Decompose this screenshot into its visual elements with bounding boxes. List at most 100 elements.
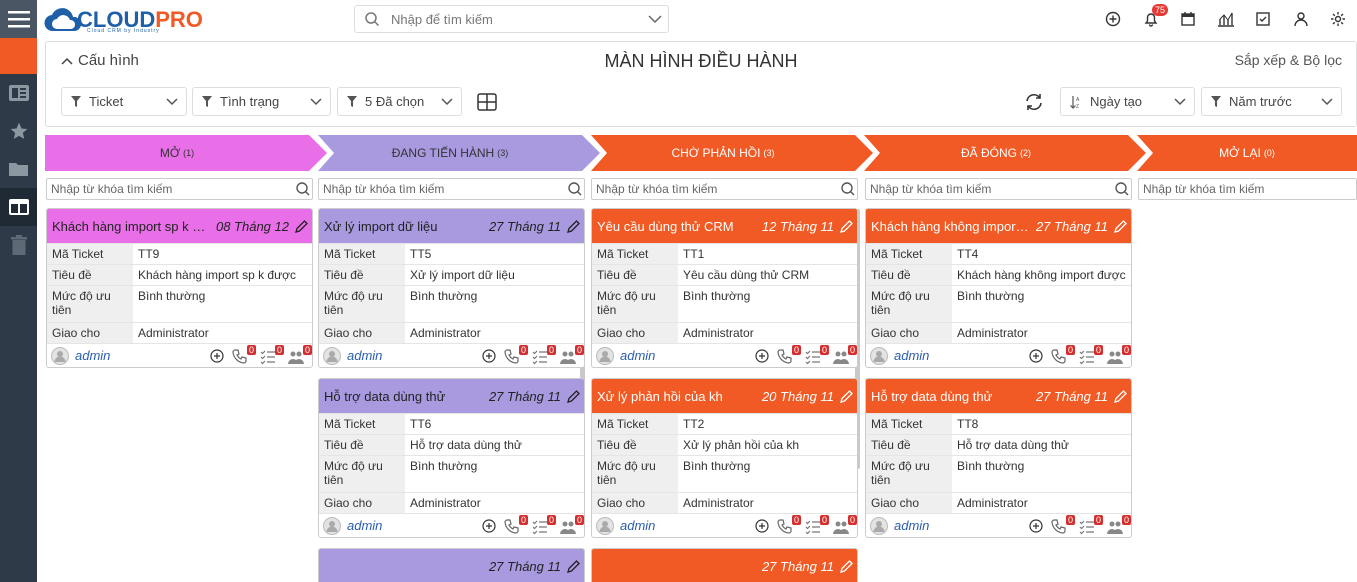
settings-button[interactable]	[1320, 0, 1357, 38]
ticket-card[interactable]: Yêu cầu dùng thử CRM 12 Tháng 11 Mã Ticket…	[591, 208, 858, 368]
tasks-counter[interactable]: 0	[532, 344, 556, 365]
sort-by-select[interactable]: AZ Ngày tạo	[1060, 87, 1195, 116]
filter-selected[interactable]: 5 Đã chọn	[337, 87, 462, 116]
column-search-input[interactable]	[596, 182, 839, 196]
tasks-counter[interactable]: 0	[1079, 344, 1103, 365]
tasks-counter[interactable]: 0	[805, 344, 829, 365]
menu-toggle[interactable]	[0, 0, 37, 38]
ticket-title[interactable]: Khách hàng import sp k được	[52, 219, 212, 234]
meetings-counter[interactable]: 0	[833, 514, 857, 535]
meetings-counter[interactable]: 0	[1107, 344, 1131, 365]
calls-counter[interactable]: 0	[777, 344, 801, 365]
ticket-card[interactable]: Hỗ trợ data dùng thử 27 Tháng 11 Mã Ticket…	[865, 378, 1132, 538]
reports-button[interactable]	[1207, 0, 1245, 38]
tasks-counter[interactable]: 0	[805, 514, 829, 535]
sort-filter-link[interactable]: Sắp xếp & Bộ lọc	[1235, 52, 1342, 68]
ticket-card[interactable]: 27 Tháng 11	[318, 548, 585, 582]
pencil-icon[interactable]	[567, 559, 580, 573]
column-search[interactable]	[865, 178, 1132, 200]
owner-name[interactable]: admin	[620, 348, 755, 363]
plus-circle-icon[interactable]	[482, 518, 496, 533]
pencil-icon[interactable]	[567, 219, 580, 233]
tasks-counter[interactable]: 0	[1079, 514, 1103, 535]
meetings-counter[interactable]: 0	[560, 344, 584, 365]
period-select[interactable]: Năm trước	[1201, 87, 1342, 116]
chevron-down-icon[interactable]	[642, 11, 668, 27]
ticket-title[interactable]: Khách hàng không import được	[871, 219, 1032, 234]
pencil-icon[interactable]	[1114, 219, 1127, 233]
ticket-card[interactable]: Khách hàng không import được27 Tháng 11M…	[865, 208, 1132, 368]
plus-circle-icon[interactable]	[755, 348, 769, 363]
calls-counter[interactable]: 0	[1051, 514, 1075, 535]
rail-item-contacts[interactable]	[0, 74, 37, 112]
owner-name[interactable]: admin	[620, 518, 755, 533]
ticket-card-header[interactable]: Khách hàng import sp k được 08 Tháng 12	[47, 209, 312, 243]
ticket-card-header[interactable]: Xử lý phản hồi của kh 20 Tháng 11	[592, 379, 857, 413]
meetings-counter[interactable]: 0	[288, 344, 312, 365]
owner-name[interactable]: admin	[894, 518, 1029, 533]
column-search[interactable]	[318, 178, 585, 200]
owner-name[interactable]: admin	[347, 518, 482, 533]
column-search-input[interactable]	[323, 182, 566, 196]
column-search[interactable]	[591, 178, 858, 200]
column-search[interactable]	[1138, 178, 1357, 200]
rail-item-kanban[interactable]	[0, 188, 37, 226]
pencil-icon[interactable]	[1114, 389, 1127, 403]
ticket-title[interactable]: Xử lý phản hồi của kh	[597, 389, 758, 404]
meetings-counter[interactable]: 0	[560, 514, 584, 535]
tasks-counter[interactable]: 0	[532, 514, 556, 535]
owner-name[interactable]: admin	[75, 348, 210, 363]
column-header[interactable]: CHỜ PHẢN HỒI (3)	[591, 135, 855, 170]
pencil-icon[interactable]	[840, 219, 853, 233]
column-search[interactable]	[46, 178, 313, 200]
column-search-input[interactable]	[1143, 182, 1356, 196]
owner-name[interactable]: admin	[347, 348, 482, 363]
calls-counter[interactable]: 0	[777, 514, 801, 535]
ticket-title[interactable]: Xử lý import dữ liệu	[324, 219, 485, 234]
ticket-card[interactable]: Xử lý phản hồi của kh 20 Tháng 11 Mã Ticke…	[591, 378, 858, 538]
ticket-card[interactable]: Khách hàng import sp k được 08 Tháng 12 Mã…	[46, 208, 313, 368]
column-header[interactable]: MỞ LẠI (0)	[1137, 135, 1357, 170]
ticket-title[interactable]: Hỗ trợ data dùng thử	[871, 389, 1032, 404]
pencil-icon[interactable]	[840, 389, 853, 403]
filter-module[interactable]: Ticket	[61, 87, 187, 116]
plus-circle-icon[interactable]	[1029, 518, 1043, 533]
ticket-card[interactable]: Xử lý import dữ liệu 27 Tháng 11 Mã Ticket…	[318, 208, 585, 368]
owner-name[interactable]: admin	[894, 348, 1029, 363]
ticket-card-header[interactable]: Khách hàng không import được27 Tháng 11	[866, 209, 1131, 243]
global-search-input[interactable]	[387, 7, 642, 31]
tasks-counter[interactable]: 0	[260, 344, 284, 365]
meetings-counter[interactable]: 0	[1107, 514, 1131, 535]
calendar-button[interactable]	[1170, 0, 1208, 38]
column-header[interactable]: ĐÃ ĐÓNG (2)	[864, 135, 1128, 170]
search-icon[interactable]	[566, 181, 584, 197]
ticket-title[interactable]: Hỗ trợ data dùng thử	[324, 389, 485, 404]
plus-circle-icon[interactable]	[755, 518, 769, 533]
column-search-input[interactable]	[51, 182, 294, 196]
ticket-card[interactable]: Hỗ trợ data dùng thử 27 Tháng 11 Mã Ticket…	[318, 378, 585, 538]
ticket-card-header[interactable]: Hỗ trợ data dùng thử 27 Tháng 11	[866, 379, 1131, 413]
rail-item-trash[interactable]	[0, 226, 37, 264]
profile-button[interactable]	[1282, 0, 1320, 38]
calls-counter[interactable]: 0	[504, 344, 528, 365]
column-header[interactable]: MỞ (1)	[45, 135, 309, 170]
logo[interactable]: CLOUDPRO Cloud CRM by Industry	[43, 3, 203, 35]
refresh-button[interactable]	[1024, 93, 1044, 114]
ticket-card-header[interactable]: Xử lý import dữ liệu 27 Tháng 11	[319, 209, 584, 243]
plus-circle-icon[interactable]	[210, 348, 224, 363]
column-search-input[interactable]	[870, 182, 1113, 196]
add-button[interactable]	[1095, 0, 1133, 38]
global-search[interactable]	[354, 5, 669, 33]
search-icon[interactable]	[1113, 181, 1131, 197]
search-icon[interactable]	[839, 181, 857, 197]
plus-circle-icon[interactable]	[482, 348, 496, 363]
rail-item-favorites[interactable]	[0, 112, 37, 150]
pencil-icon[interactable]	[295, 219, 308, 233]
search-icon[interactable]	[294, 181, 312, 197]
plus-circle-icon[interactable]	[1029, 348, 1043, 363]
column-header[interactable]: ĐANG TIẾN HÀNH (3)	[318, 135, 582, 170]
calls-counter[interactable]: 0	[232, 344, 256, 365]
pencil-icon[interactable]	[840, 559, 853, 573]
notifications-button[interactable]: 75	[1132, 0, 1170, 38]
ticket-title[interactable]: Yêu cầu dùng thử CRM	[597, 219, 758, 234]
